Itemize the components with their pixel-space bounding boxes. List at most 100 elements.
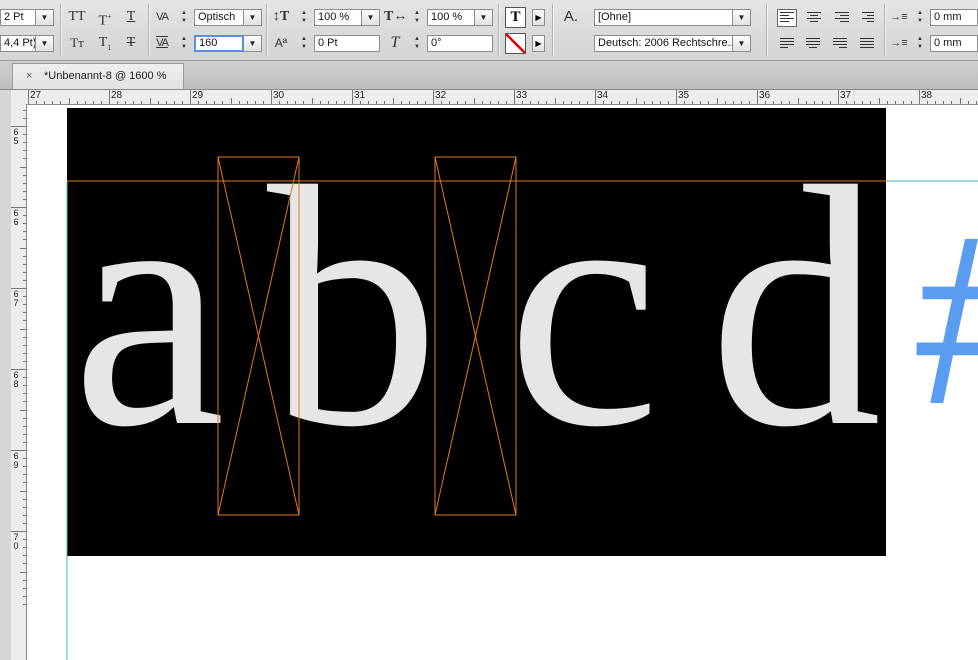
ruler-minor-tick	[392, 98, 394, 104]
ruler-minor-tick	[206, 101, 208, 104]
ruler-major-tick	[514, 90, 515, 104]
ruler-minor-tick	[862, 101, 864, 104]
ruler-minor-tick	[23, 377, 26, 379]
horizontal-scale-stepper[interactable]: ▲ ▼	[411, 9, 423, 26]
ruler-label: 30	[273, 90, 285, 101]
document-canvas[interactable]: a b c d #	[27, 105, 978, 660]
stroke-menu-arrow[interactable]: ▶	[532, 35, 545, 52]
ruler-minor-tick	[497, 101, 499, 104]
text-fill-swatch[interactable]: T	[505, 7, 526, 28]
horizontal-scale-icon: T↔	[384, 9, 408, 24]
ruler-minor-tick	[748, 101, 750, 104]
ruler-minor-tick	[505, 101, 507, 104]
ruler-minor-tick	[408, 101, 410, 104]
ruler-minor-tick	[20, 490, 26, 492]
ruler-minor-tick	[886, 101, 888, 104]
subscript-icon[interactable]: T1	[94, 33, 116, 53]
justify-center-icon[interactable]	[806, 38, 822, 51]
ruler-minor-tick	[449, 101, 451, 104]
baseline-shift-field[interactable]: 0 Pt	[314, 35, 380, 52]
ruler-minor-tick	[295, 101, 297, 104]
ruler-label: 6 8	[13, 370, 19, 389]
strikethrough-icon[interactable]: T	[120, 33, 142, 53]
ruler-minor-tick	[562, 101, 564, 104]
left-indent-stepper[interactable]: ▲ ▼	[914, 9, 926, 26]
ruler-minor-tick	[23, 279, 26, 281]
kerning-icon: VA	[156, 11, 169, 23]
tracking-dropdown[interactable]: ▼	[244, 35, 262, 52]
separator	[766, 4, 767, 56]
align-right-icon[interactable]	[833, 12, 849, 25]
document-tab-bar: × *Unbenannt-8 @ 1600 %	[0, 61, 978, 90]
vertical-scale-dropdown[interactable]: ▼	[362, 9, 380, 26]
small-caps-icon[interactable]: Tт	[66, 33, 88, 53]
ruler-minor-tick	[23, 239, 26, 241]
kerning-dropdown[interactable]: ▼	[244, 9, 262, 26]
skew-stepper[interactable]: ▲ ▼	[411, 35, 423, 52]
ruler-minor-tick	[424, 101, 426, 104]
ruler-minor-tick	[311, 98, 313, 104]
ruler-minor-tick	[23, 417, 26, 419]
vertical-ruler[interactable]: 6 5 6 6 6 7 6 8 6 9 7 0	[11, 104, 27, 660]
kerning-field[interactable]: Optisch	[194, 9, 244, 26]
ruler-minor-tick	[23, 117, 26, 119]
close-tab-icon[interactable]: ×	[26, 64, 32, 88]
leading-field[interactable]: 4,4 Pt)	[0, 35, 36, 52]
ruler-minor-tick	[384, 101, 386, 104]
vertical-scale-field[interactable]: 100 %	[314, 9, 362, 26]
ruler-minor-tick	[23, 555, 26, 557]
text-stroke-swatch[interactable]	[505, 33, 526, 54]
ruler-minor-tick	[651, 101, 653, 104]
baseline-shift-stepper[interactable]: ▲ ▼	[298, 35, 310, 52]
tracking-field[interactable]: 160	[194, 35, 244, 52]
ruler-minor-tick	[60, 101, 62, 104]
ruler-minor-tick	[23, 458, 26, 460]
tracking-icon: VA	[156, 37, 169, 49]
ruler-major-tick	[271, 90, 272, 104]
align-towards-spine-icon[interactable]	[860, 12, 876, 25]
horizontal-scale-dropdown[interactable]: ▼	[475, 9, 493, 26]
ruler-origin[interactable]	[11, 90, 27, 105]
ruler-minor-tick	[319, 101, 321, 104]
superscript-icon[interactable]: T+	[94, 7, 116, 29]
align-center-icon[interactable]	[806, 12, 822, 25]
ruler-major-tick	[757, 90, 758, 104]
underline-icon[interactable]: T	[120, 7, 142, 27]
ruler-label: 6 9	[13, 451, 19, 470]
all-caps-icon[interactable]: TT	[66, 7, 88, 27]
first-line-indent-field[interactable]: 0 mm	[930, 35, 978, 52]
tracking-stepper[interactable]: ▲ ▼	[178, 35, 190, 52]
language-select[interactable]: Deutsch: 2006 Rechtschre...	[594, 35, 733, 52]
justify-all-icon[interactable]	[860, 38, 876, 51]
ruler-minor-tick	[23, 506, 26, 508]
ruler-minor-tick	[23, 150, 26, 152]
vertical-scale-stepper[interactable]: ▲ ▼	[298, 9, 310, 26]
separator	[266, 4, 267, 56]
ruler-minor-tick	[611, 101, 613, 104]
font-size-dropdown[interactable]: ▼	[36, 9, 54, 26]
ruler-label: 37	[840, 90, 852, 101]
document-tab[interactable]: × *Unbenannt-8 @ 1600 %	[12, 63, 184, 89]
fill-menu-arrow[interactable]: ▶	[532, 9, 545, 26]
font-size-field[interactable]: 2 Pt	[0, 9, 36, 26]
ruler-minor-tick	[667, 101, 669, 104]
kerning-stepper[interactable]: ▲ ▼	[178, 9, 190, 26]
skew-field[interactable]: 0°	[427, 35, 493, 52]
first-line-indent-icon: →≡	[890, 37, 908, 49]
first-line-indent-stepper[interactable]: ▲ ▼	[914, 35, 926, 52]
align-left-icon[interactable]	[777, 9, 797, 27]
justify-left-icon[interactable]	[780, 38, 796, 51]
left-indent-field[interactable]: 0 mm	[930, 9, 978, 26]
character-style-dropdown[interactable]: ▼	[733, 9, 751, 26]
ruler-minor-tick	[530, 101, 532, 104]
horizontal-scale-field[interactable]: 100 %	[427, 9, 475, 26]
ruler-minor-tick	[473, 98, 475, 104]
language-dropdown[interactable]: ▼	[733, 35, 751, 52]
leading-dropdown[interactable]: ▼	[36, 35, 54, 52]
ruler-minor-tick	[23, 198, 26, 200]
ruler-minor-tick	[23, 360, 26, 362]
ruler-label: 36	[759, 90, 771, 101]
character-style-select[interactable]: [Ohne]	[594, 9, 733, 26]
horizontal-ruler[interactable]: 27 28 29 30 31 32 33 34 35 36 37 38	[26, 90, 978, 105]
justify-right-icon[interactable]	[833, 38, 849, 51]
